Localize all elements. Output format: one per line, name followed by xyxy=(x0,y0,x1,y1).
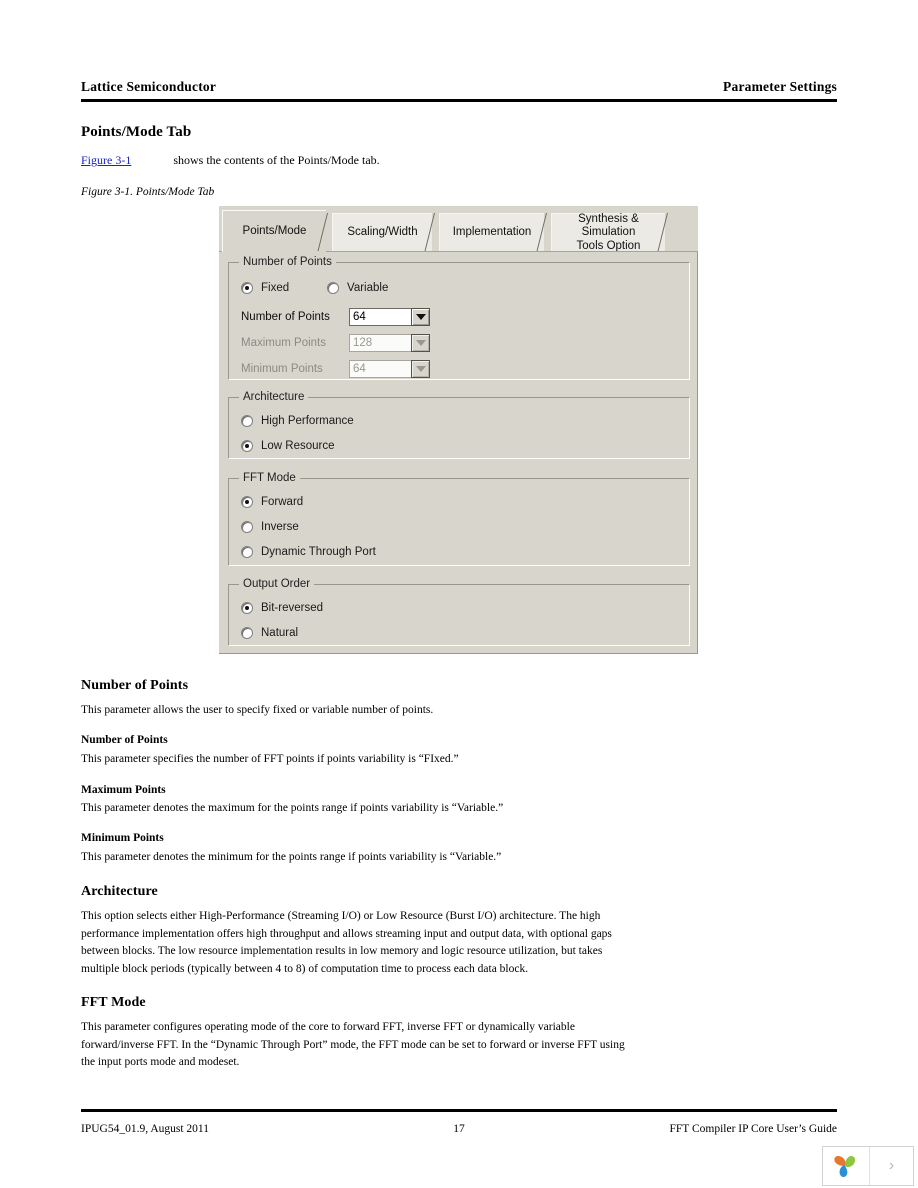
header-right-text: Parameter Settings xyxy=(723,79,837,94)
radio-fixed-label: Fixed xyxy=(261,282,290,294)
field-number-of-points: Number of Points 64 xyxy=(241,308,430,326)
radio-dynamic-through-port-indicator xyxy=(241,546,253,558)
radio-low-resource-indicator xyxy=(241,440,253,452)
radio-variable-label: Variable xyxy=(347,282,389,294)
paragraph-sub-maximum-points: This parameter denotes the maximum for t… xyxy=(81,802,504,814)
field-maximum-points-label: Maximum Points xyxy=(241,337,326,349)
paragraph-architecture: This option selects either High-Performa… xyxy=(81,910,612,975)
paragraph-sub-number-of-points: This parameter specifies the number of F… xyxy=(81,753,459,765)
footer-rule xyxy=(81,1109,837,1112)
radio-high-performance-label: High Performance xyxy=(261,415,354,427)
tab-implementation[interactable]: Implementation xyxy=(439,213,544,252)
group-output-order-legend: Output Order xyxy=(239,578,315,590)
paragraph-number-of-points-intro: This parameter allows the user to specif… xyxy=(81,704,434,716)
heading-sub-minimum-points: Minimum Points xyxy=(81,832,164,844)
running-footer: IPUG54_01.9, August 2011 17 FFT Compiler… xyxy=(81,1123,837,1135)
running-header: Lattice Semiconductor Parameter Settings xyxy=(81,79,837,95)
field-minimum-points: Minimum Points 64 xyxy=(241,360,430,378)
combo-number-of-points-dropdown-button[interactable] xyxy=(411,308,430,326)
radio-natural[interactable]: Natural xyxy=(241,627,298,639)
combo-maximum-points-value: 128 xyxy=(349,334,411,352)
chevron-right-icon: › xyxy=(888,1157,895,1174)
tab-synthesis-simulation-tools-option[interactable]: Synthesis & Simulation Tools Option xyxy=(551,213,665,252)
group-architecture-legend: Architecture xyxy=(239,391,309,403)
heading-sub-maximum-points: Maximum Points xyxy=(81,784,166,796)
fft-compiler-config-dialog: Points/Mode Scaling/Width Implementation… xyxy=(219,206,698,654)
paragraph-sub-minimum-points: This parameter denotes the minimum for t… xyxy=(81,851,502,863)
tab-implementation-label: Implementation xyxy=(452,226,532,239)
heading-sub-number-of-points: Number of Points xyxy=(81,734,168,746)
group-fft-mode-legend: FFT Mode xyxy=(239,472,300,484)
radio-bit-reversed[interactable]: Bit-reversed xyxy=(241,602,323,614)
figure-caption: Figure 3-1. Points/Mode Tab xyxy=(81,186,215,198)
tab-strip: Points/Mode Scaling/Width Implementation… xyxy=(219,206,698,252)
floating-viewer-widget[interactable]: › xyxy=(822,1146,914,1186)
radio-fixed-indicator xyxy=(241,282,253,294)
radio-low-resource[interactable]: Low Resource xyxy=(241,440,335,452)
radio-forward-label: Forward xyxy=(261,496,304,508)
radio-bit-reversed-indicator xyxy=(241,602,253,614)
chevron-down-icon xyxy=(415,366,426,372)
radio-fixed[interactable]: Fixed xyxy=(241,282,289,294)
combo-minimum-points-dropdown-button xyxy=(411,360,430,378)
tab-scaling-width[interactable]: Scaling/Width xyxy=(332,213,432,252)
radio-natural-indicator xyxy=(241,627,253,639)
next-chevron-button[interactable]: › xyxy=(870,1147,913,1185)
radio-high-performance[interactable]: High Performance xyxy=(241,415,354,427)
field-maximum-points: Maximum Points 128 xyxy=(241,334,430,352)
radio-natural-label: Natural xyxy=(261,627,299,639)
heading-number-of-points: Number of Points xyxy=(81,678,189,693)
chevron-down-icon xyxy=(415,340,426,346)
combo-minimum-points: 64 xyxy=(349,360,430,378)
document-page: Lattice Semiconductor Parameter Settings… xyxy=(0,0,918,1188)
chevron-down-icon xyxy=(415,314,426,320)
three-petal-flower-logo xyxy=(834,1155,856,1178)
radio-inverse-label: Inverse xyxy=(261,521,299,533)
combo-maximum-points-dropdown-button xyxy=(411,334,430,352)
field-minimum-points-label: Minimum Points xyxy=(241,363,323,375)
combo-maximum-points: 128 xyxy=(349,334,430,352)
radio-low-resource-label: Low Resource xyxy=(261,440,335,452)
page-title: Points/Mode Tab xyxy=(81,124,192,140)
radio-forward-indicator xyxy=(241,496,253,508)
radio-forward[interactable]: Forward xyxy=(241,496,303,508)
group-architecture: Architecture High Performance Low Resour… xyxy=(228,391,690,459)
heading-architecture: Architecture xyxy=(81,884,158,899)
group-number-of-points: Number of Points Fixed Variable Number o… xyxy=(228,256,690,380)
figure-3-1-link[interactable]: Figure 3-1 xyxy=(81,153,131,167)
radio-dynamic-through-port[interactable]: Dynamic Through Port xyxy=(241,546,376,558)
viewer-logo-button[interactable] xyxy=(823,1147,870,1185)
group-number-of-points-legend: Number of Points xyxy=(239,256,336,268)
header-rule xyxy=(81,99,837,102)
combo-minimum-points-value: 64 xyxy=(349,360,411,378)
tab-scaling-width-label: Scaling/Width xyxy=(347,226,418,239)
heading-fft-mode: FFT Mode xyxy=(81,995,146,1010)
radio-dynamic-through-port-label: Dynamic Through Port xyxy=(261,546,376,558)
tab-synthesis-simulation-label: Synthesis & Simulation Tools Option xyxy=(576,213,641,252)
radio-variable[interactable]: Variable xyxy=(327,282,388,294)
radio-high-performance-indicator xyxy=(241,415,253,427)
header-left-text: Lattice Semiconductor xyxy=(81,79,217,94)
tab-points-mode-label: Points/Mode xyxy=(242,224,307,237)
figure-reference-text: shows the contents of the Points/Mode ta… xyxy=(173,153,380,167)
radio-inverse-indicator xyxy=(241,521,253,533)
footer-page-number: 17 xyxy=(453,1123,465,1135)
radio-bit-reversed-label: Bit-reversed xyxy=(261,602,323,614)
combo-number-of-points[interactable]: 64 xyxy=(349,308,430,326)
tab-points-mode[interactable]: Points/Mode xyxy=(222,210,326,252)
group-fft-mode: FFT Mode Forward Inverse Dynamic Through… xyxy=(228,472,690,566)
combo-number-of-points-value[interactable]: 64 xyxy=(349,308,411,326)
group-output-order: Output Order Bit-reversed Natural xyxy=(228,578,690,646)
figure-reference-line: Figure 3-1 shows the contents of the Poin… xyxy=(81,153,380,168)
radio-variable-indicator xyxy=(327,282,339,294)
field-number-of-points-label: Number of Points xyxy=(241,311,330,323)
paragraph-fft-mode: This parameter configures operating mode… xyxy=(81,1021,625,1068)
radio-inverse[interactable]: Inverse xyxy=(241,521,299,533)
